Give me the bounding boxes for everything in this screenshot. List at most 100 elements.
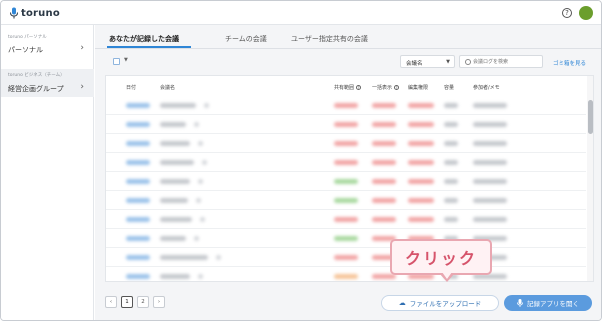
table-row[interactable]: [106, 229, 586, 248]
page-button[interactable]: 1: [121, 296, 133, 308]
table-row[interactable]: [106, 267, 586, 281]
redacted-cell: [194, 236, 199, 241]
trash-link[interactable]: ゴミ箱を見る: [553, 59, 586, 67]
redacted-cell: [334, 198, 358, 203]
question-circle-icon[interactable]: ?: [394, 85, 400, 90]
column-label: 共有範囲: [334, 85, 355, 91]
prev-page-button[interactable]: ‹: [105, 296, 117, 308]
redacted-cell: [126, 217, 150, 222]
chevron-down-icon[interactable]: ▼: [124, 57, 128, 63]
redacted-cell: [160, 179, 190, 184]
table-row[interactable]: [106, 191, 586, 210]
column-date[interactable]: 日付: [126, 84, 136, 91]
redacted-cell: [334, 160, 358, 165]
chevron-right-icon: ›: [80, 43, 84, 53]
redacted-cell: [160, 122, 186, 127]
redacted-cell: [160, 198, 188, 203]
redacted-cell: [444, 141, 458, 146]
redacted-cell: [372, 198, 396, 203]
column-meeting-name[interactable]: 会議名: [160, 84, 175, 91]
table-row[interactable]: [106, 134, 586, 153]
upload-file-button[interactable]: ☁ ファイルをアップロード: [381, 295, 499, 311]
redacted-cell: [334, 103, 358, 108]
search-input[interactable]: [473, 57, 541, 67]
sidebar-item-team[interactable]: toruno ビジネス（チーム） 経営企画グループ ›: [1, 69, 94, 97]
redacted-cell: [334, 255, 358, 260]
redacted-cell: [334, 141, 358, 146]
chevron-down-icon: ▼: [446, 59, 450, 65]
redacted-cell: [160, 217, 192, 222]
column-bulk-display[interactable]: 一括表示?: [372, 84, 400, 91]
column-label: 一括表示: [372, 85, 393, 91]
redacted-cell: [444, 103, 458, 108]
redacted-cell: [444, 160, 458, 165]
redacted-cell: [473, 198, 507, 203]
redacted-cell: [204, 103, 209, 108]
open-recorder-button[interactable]: 記録アプリを開く: [504, 295, 592, 311]
redacted-cell: [198, 274, 203, 279]
avatar[interactable]: [579, 6, 593, 20]
redacted-cell: [334, 179, 358, 184]
redacted-cell: [473, 141, 507, 146]
redacted-cell: [160, 141, 190, 146]
column-size[interactable]: 容量: [444, 84, 454, 91]
tab-team-meetings[interactable]: チームの会議: [225, 34, 267, 44]
redacted-cell: [372, 122, 396, 127]
redacted-cell: [160, 103, 196, 108]
table-body: [106, 96, 586, 281]
record-button-label: 記録アプリを開く: [527, 300, 579, 308]
table-row[interactable]: [106, 153, 586, 172]
cloud-upload-icon: ☁: [398, 299, 406, 307]
redacted-cell: [372, 160, 396, 165]
redacted-cell: [408, 160, 434, 165]
redacted-cell: [202, 160, 207, 165]
redacted-cell: [198, 141, 203, 146]
callout-pointer-fill: [442, 272, 452, 279]
redacted-cell: [196, 198, 201, 203]
redacted-cell: [198, 179, 203, 184]
redacted-cell: [473, 122, 507, 127]
column-participants-memo[interactable]: 参加者/メモ: [473, 84, 500, 91]
search-box: [459, 55, 543, 68]
table-row[interactable]: [106, 96, 586, 115]
search-field-select[interactable]: 会議名 ▼: [400, 55, 455, 68]
tab-my-meetings[interactable]: あなたが記録した会議: [109, 34, 179, 44]
redacted-cell: [444, 217, 458, 222]
redacted-cell: [334, 236, 358, 241]
page-button[interactable]: 2: [137, 296, 149, 308]
main-content: あなたが記録した会議 チームの会議 ユーザー指定共有の会議 ▼ 会議名 ▼ ゴミ…: [95, 25, 601, 320]
mic-logo-icon: [10, 7, 18, 19]
sidebar: toruno パーソナル パーソナル › toruno ビジネス（チーム） 経営…: [1, 25, 94, 320]
column-share-scope[interactable]: 共有範囲?: [334, 84, 362, 91]
sidebar-item-sublabel: toruno ビジネス（チーム）: [8, 73, 65, 78]
next-page-button[interactable]: ›: [153, 296, 165, 308]
sidebar-item-label: 経営企画グループ: [8, 85, 64, 93]
redacted-cell: [444, 122, 458, 127]
active-tab-indicator: [107, 46, 191, 48]
table-row[interactable]: [106, 172, 586, 191]
select-all-checkbox[interactable]: [113, 58, 120, 65]
question-circle-icon[interactable]: ?: [356, 85, 362, 90]
logo[interactable]: toruno: [9, 6, 60, 20]
table-row[interactable]: [106, 210, 586, 229]
redacted-cell: [160, 160, 194, 165]
redacted-cell: [126, 255, 150, 260]
table-row[interactable]: [106, 115, 586, 134]
table-row[interactable]: [106, 248, 586, 267]
sidebar-item-personal[interactable]: toruno パーソナル パーソナル ›: [1, 31, 94, 59]
select-value: 会議名: [406, 61, 423, 67]
app-window: toruno ? toruno パーソナル パーソナル › toruno ビジネ…: [0, 0, 602, 321]
redacted-cell: [160, 236, 186, 241]
redacted-cell: [194, 122, 199, 127]
chevron-right-icon: ›: [80, 82, 84, 92]
meeting-table: 日付 会議名 共有範囲? 一括表示? 編集権限 容量 参加者/メモ: [105, 75, 594, 282]
scrollbar-thumb[interactable]: [588, 100, 593, 134]
callout-text: クリック: [404, 249, 477, 268]
redacted-cell: [473, 103, 507, 108]
question-circle-icon[interactable]: ?: [562, 8, 572, 18]
redacted-cell: [160, 255, 208, 260]
tab-shared-meetings[interactable]: ユーザー指定共有の会議: [291, 34, 368, 44]
redacted-cell: [126, 198, 150, 203]
toolbar: ▼ 会議名 ▼ ゴミ箱を見る: [95, 53, 601, 71]
column-edit-permission[interactable]: 編集権限: [408, 84, 428, 91]
